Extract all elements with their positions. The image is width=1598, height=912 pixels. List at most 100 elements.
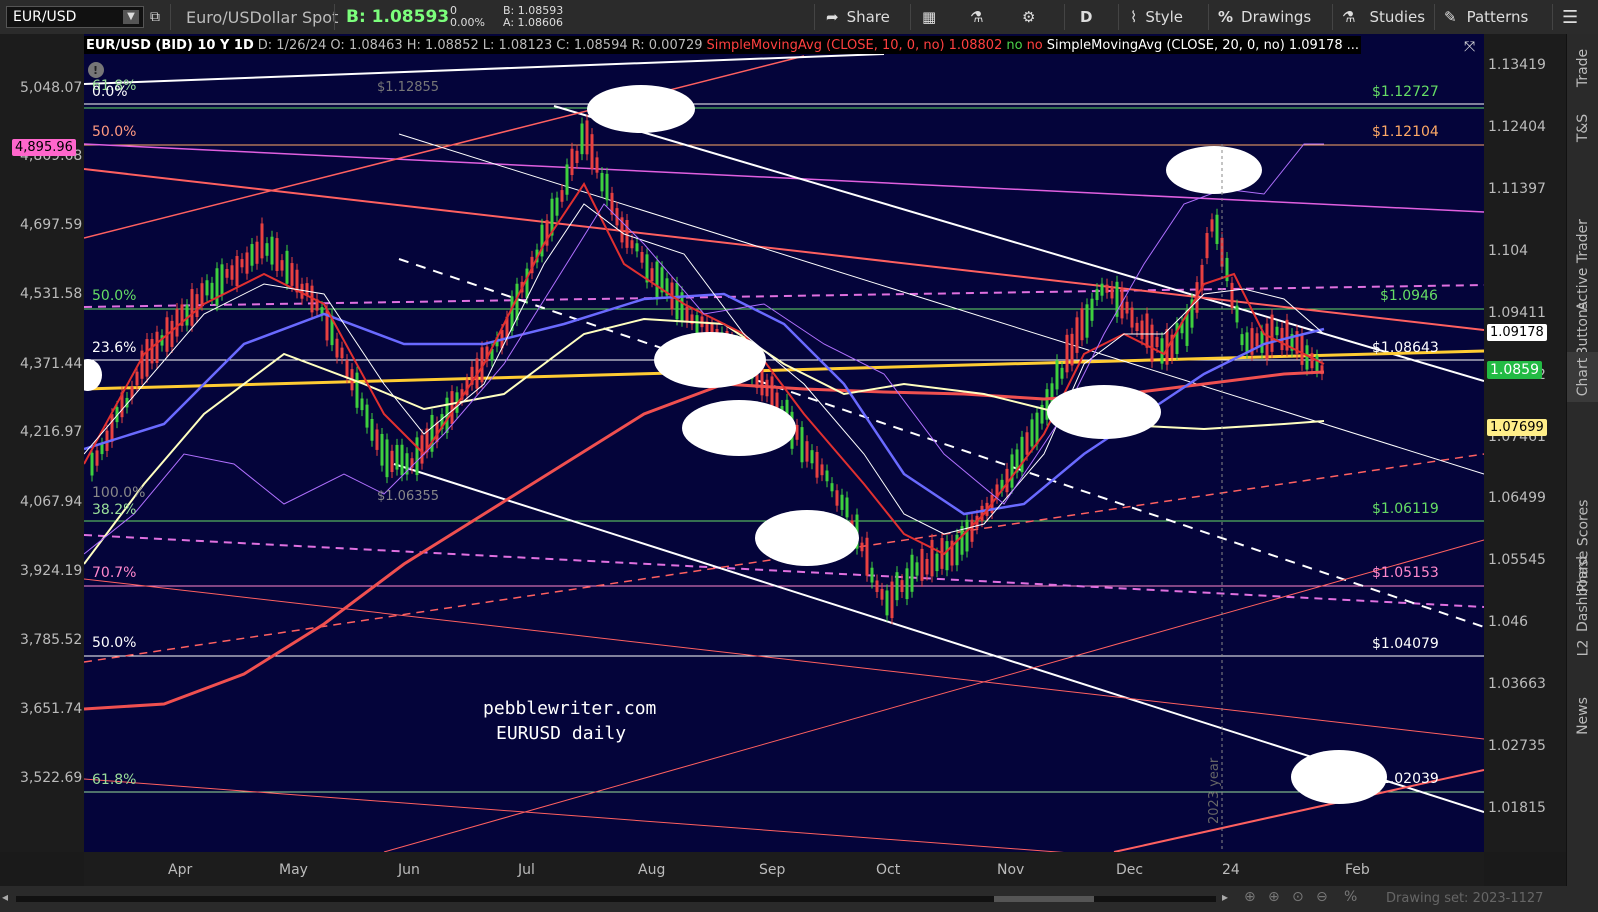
candle-body [770,376,774,407]
side-tab-t-s[interactable]: T&S [1567,98,1598,158]
left-axis-tick: 4,697.59 [20,217,83,233]
candle-body [970,519,974,542]
side-tabs: Trade T&S Active Trader Buttons Chart Phase S… [1566,34,1598,886]
candle-body [1205,233,1209,259]
watermark-desc: EURUSD daily [496,723,626,744]
scrollbar-thumb[interactable] [994,896,1094,902]
candle-body [980,505,984,522]
style-label: Style [1145,8,1184,26]
patterns-button[interactable]: ✎ Patterns [1444,0,1548,34]
right-price-axis[interactable]: 1.134191.124041.113971.1041.094111.08432… [1484,34,1566,852]
side-tab-dashboard[interactable]: Dashboard [1567,554,1598,634]
fib-price-label: $1.02039 [1372,771,1439,787]
symbol-input[interactable]: EUR/USD ▼ [6,6,144,28]
side-tab-l2[interactable]: L2 [1567,628,1598,668]
horizontal-scrollbar[interactable] [16,896,1216,902]
candle-body [580,123,584,155]
fib-level-label: 100.0% [92,485,146,501]
time-axis-tick: Dec [1116,862,1144,878]
candle-body [640,252,644,263]
divider [1552,4,1553,30]
time-axis-tick: Aug [638,862,666,878]
scroll-left-arrow[interactable]: ◂ [2,890,8,904]
candle-body [825,470,829,482]
candle-body [1235,305,1239,323]
fib-level-label: 50.0% [92,288,137,304]
chevron-down-icon[interactable]: ▼ [123,10,139,24]
studies-flask-icon[interactable]: ⚗ [970,0,994,34]
symbol-value: EUR/USD [13,9,77,25]
zoom-out-icon[interactable]: ⊖ [1316,889,1328,905]
candle-body [1065,334,1069,373]
fib-level-label: 61.8% [92,772,137,788]
sma20-label[interactable]: SimpleMovingAvg (CLOSE, 20, 0, no) [1045,38,1287,53]
scroll-right-arrow[interactable]: ▸ [1222,890,1228,904]
candle-body [1030,419,1034,447]
alert-icon-glyph: ! [93,64,98,77]
candle-body [1240,334,1244,346]
percent-scale-icon[interactable]: % [1344,889,1357,905]
candle-body [915,562,919,576]
chart-title: EUR/USD (BID) 10 Y 1D [86,37,254,53]
menu-icon[interactable]: ☰ [1562,0,1590,34]
link-icon[interactable]: ⧉ [150,0,166,34]
candle-body [1025,432,1029,455]
share-button[interactable]: ➦ Share [826,0,902,34]
style-button[interactable]: ⌇ Style [1130,0,1202,34]
zoom-in-icon[interactable]: ⊕ [1244,889,1256,905]
studies-button[interactable]: ⚗ Studies [1342,0,1442,34]
left-price-axis[interactable]: 5,048.07 4,869.68 4,697.59 4,531.58 4,371.44… [0,34,84,852]
highlight-ellipse [654,332,766,388]
candle-body [1270,314,1274,352]
side-tab-label: Buttons [1575,301,1592,357]
left-axis-tick: 3,651.74 [20,701,83,717]
candle-body [1215,214,1219,244]
candle-body [1085,304,1089,338]
candle-body [195,294,199,317]
candle-body [380,433,384,466]
candle-body [1125,301,1129,314]
price-chart[interactable]: 2023 year pebblewriter.com EURUSD daily … [84,34,1484,852]
more-studies[interactable]: ... [1345,38,1361,53]
time-axis[interactable]: Apr May Jun Jul Aug Sep Oct Nov Dec 24 Feb [84,852,1484,886]
crosshair-icon[interactable]: ⤧ [1464,39,1475,55]
candle-body [225,269,229,278]
style-icon: ⌇ [1130,8,1138,26]
candle-body [270,236,274,265]
bottom-bar: ◂ ▸ ⊕ ⊕ ⊙ ⊖ % Drawing set: 2023-1127 [0,886,1598,912]
drawings-button[interactable]: % Drawings [1218,0,1328,34]
candle-body [1255,333,1259,347]
chart-settings-icon[interactable]: ▦ [922,0,950,34]
fib-price-label: $1.04079 [1372,636,1439,652]
crosshair-zoom-icon[interactable]: ⊕ [1268,889,1280,905]
sma10-toggle[interactable]: no [1004,38,1024,53]
gear-icon[interactable]: ⚙ [1022,0,1046,34]
aggregation-button[interactable]: D [1080,0,1104,34]
fib-level-label: 23.6% [92,340,137,356]
divider [1332,4,1333,30]
candle-body [250,244,254,266]
sma20-value: 1.09178 [1288,37,1343,53]
sma10-label[interactable]: SimpleMovingAvg (CLOSE, 10, 0, no) [705,38,947,53]
side-tab-chart[interactable]: Chart [1567,352,1598,402]
candle-body [560,190,564,202]
right-axis-tick: 1.03663 [1488,676,1546,692]
candle-body [370,418,374,441]
candle-body [305,283,309,296]
zoom-box-icon[interactable]: ⊙ [1292,889,1304,905]
toolbar: EUR/USD ▼ ⧉ Euro/USDollar Spot B: 1.0859… [0,0,1598,35]
candle-body [340,347,344,359]
info-close: C: 1.08594 [556,37,628,53]
candle-body [820,464,824,476]
side-tab-news[interactable]: News [1567,686,1598,746]
side-tab-trade[interactable]: Trade [1567,38,1598,98]
bid-price: B: 1.08593 [346,7,450,27]
sma-toggle[interactable]: no [1025,38,1045,53]
highlight-ellipse [682,400,796,456]
time-axis-tick: Jul [518,862,535,878]
candle-body [1080,308,1084,341]
candle-body [935,553,939,572]
candle-body [810,450,814,464]
fib-level-label: 38.2% [92,502,137,518]
time-axis-tick: Oct [876,862,901,878]
